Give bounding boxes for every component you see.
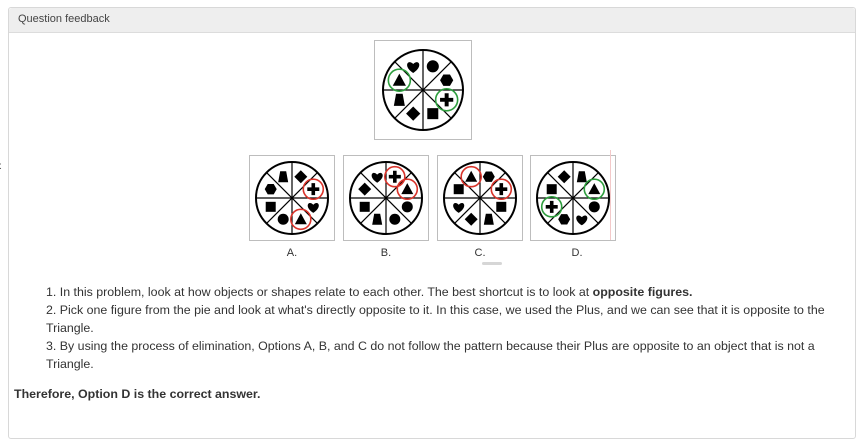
step-1-bold-text: opposite figures. — [592, 285, 693, 299]
pie-d-svg — [536, 161, 610, 235]
option-a-figure[interactable] — [249, 155, 335, 241]
explanation-step-3: 3. By using the process of elimination, … — [46, 339, 815, 371]
pie-a-svg — [255, 161, 329, 235]
explanation-step-2: 2. Pick one figure from the pie and look… — [46, 303, 825, 335]
option-b-figure[interactable] — [343, 155, 429, 241]
collapse-arrow-icon[interactable]: ‹ — [0, 158, 2, 172]
divider-line — [610, 150, 611, 240]
square-icon — [453, 184, 464, 195]
panel-title: Question feedback — [18, 13, 110, 25]
option-b-label: B. — [380, 247, 392, 259]
option-c-label: C. — [474, 247, 486, 259]
option-a-label: A. — [286, 247, 298, 259]
option-d-label: D. — [571, 247, 583, 259]
panel-header: Question feedback — [9, 8, 855, 33]
circle-icon — [588, 201, 600, 213]
pie-main-svg — [382, 49, 464, 131]
pie-b-svg — [349, 161, 423, 235]
step-1-text: 1. In this problem, look at how objects … — [46, 285, 593, 299]
main-pie-figure — [374, 40, 472, 140]
explanation-text: 1. In this problem, look at how objects … — [46, 283, 836, 373]
circle-icon — [389, 213, 401, 225]
circle-icon — [426, 60, 439, 73]
circle-icon — [401, 201, 413, 213]
option-d-figure[interactable] — [530, 155, 616, 241]
square-icon — [265, 201, 276, 212]
square-icon — [427, 108, 439, 120]
square-icon — [496, 201, 507, 212]
pie-c-svg — [443, 161, 517, 235]
square-icon — [359, 201, 370, 212]
option-c-figure[interactable] — [437, 155, 523, 241]
explanation-step-1: 1. In this problem, look at how objects … — [46, 283, 836, 301]
square-icon — [546, 184, 557, 195]
circle-icon — [277, 213, 289, 225]
conclusion-text: Therefore, Option D is the correct answe… — [14, 387, 261, 401]
scroll-indicator — [482, 262, 502, 265]
